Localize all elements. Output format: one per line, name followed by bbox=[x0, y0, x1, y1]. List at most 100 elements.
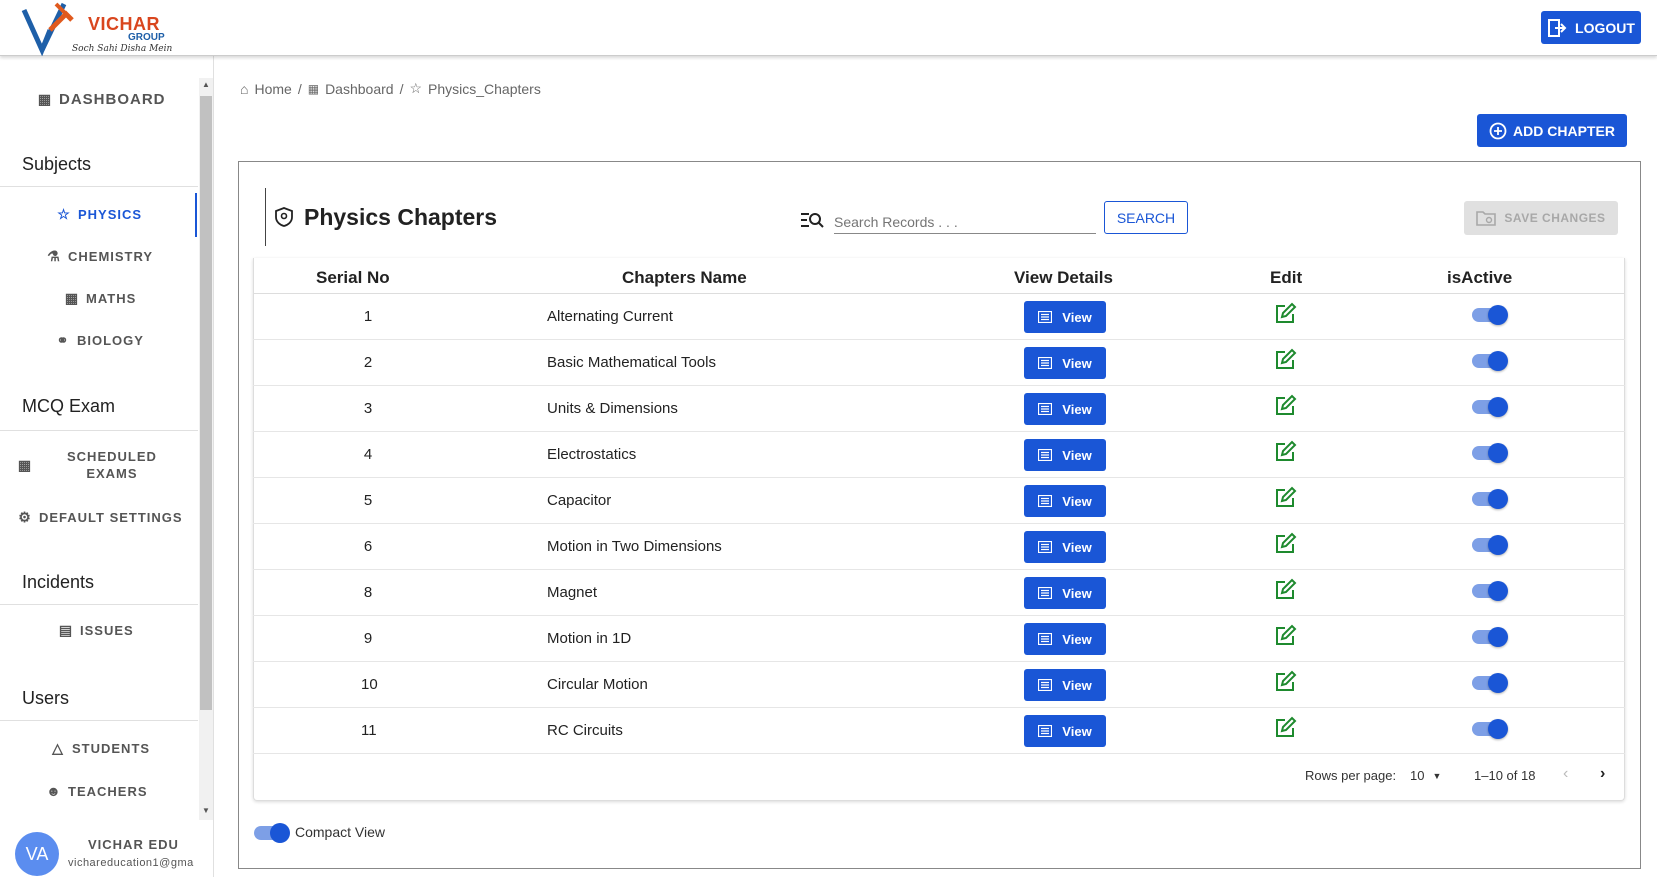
is-active-toggle[interactable] bbox=[1472, 489, 1508, 509]
sidebar-item-chemistry[interactable]: ⚗ CHEMISTRY bbox=[46, 248, 153, 265]
edit-icon[interactable] bbox=[1273, 394, 1297, 418]
edit-icon[interactable] bbox=[1273, 624, 1297, 648]
edit-icon[interactable] bbox=[1273, 440, 1297, 464]
avatar[interactable]: VA bbox=[15, 832, 59, 876]
view-button[interactable]: View bbox=[1024, 623, 1106, 655]
list-icon bbox=[1038, 633, 1053, 645]
breadcrumb-home[interactable]: Home bbox=[254, 81, 291, 97]
is-active-toggle[interactable] bbox=[1472, 673, 1508, 693]
is-active-toggle[interactable] bbox=[1472, 719, 1508, 739]
is-active-toggle[interactable] bbox=[1472, 351, 1508, 371]
view-button[interactable]: View bbox=[1024, 531, 1106, 563]
brand-tagline: Soch Sahi Disha Mein bbox=[72, 44, 173, 54]
is-active-toggle[interactable] bbox=[1472, 627, 1508, 647]
card-header: Physics Chapters bbox=[265, 188, 497, 246]
sidebar-item-teachers[interactable]: ☻ TEACHERS bbox=[46, 783, 148, 799]
previous-page-icon[interactable]: ‹ bbox=[1563, 765, 1568, 783]
scroll-down-icon[interactable]: ▼ bbox=[202, 806, 210, 815]
active-indicator bbox=[195, 193, 197, 237]
sidebar-scrollbar[interactable]: ▲ ▼ bbox=[199, 78, 213, 820]
chapter-name-cell: Motion in Two Dimensions bbox=[547, 538, 722, 555]
is-active-toggle[interactable] bbox=[1472, 443, 1508, 463]
edit-icon[interactable] bbox=[1273, 486, 1297, 510]
next-page-icon[interactable]: › bbox=[1600, 765, 1605, 783]
chevron-down-icon: ▼ bbox=[1432, 771, 1442, 781]
sidebar-item-label: PHYSICS bbox=[78, 207, 143, 222]
sidebar-item-label-group: SCHEDULED EXAMS bbox=[67, 448, 157, 482]
save-changes-button[interactable]: SAVE CHANGES bbox=[1464, 201, 1618, 235]
view-button-label: View bbox=[1062, 401, 1092, 417]
sidebar-item-physics[interactable]: ☆ PHYSICS bbox=[56, 206, 142, 223]
sidebar-item-maths[interactable]: ▦ MATHS bbox=[64, 290, 136, 307]
add-circle-icon bbox=[1489, 122, 1507, 139]
edit-icon[interactable] bbox=[1273, 302, 1297, 326]
breadcrumb-separator: / bbox=[399, 80, 404, 97]
sidebar-item-scheduled-exams[interactable]: ▦ SCHEDULED EXAMS bbox=[17, 448, 157, 482]
view-button[interactable]: View bbox=[1024, 577, 1106, 609]
is-active-toggle[interactable] bbox=[1472, 535, 1508, 555]
view-button[interactable]: View bbox=[1024, 715, 1106, 747]
sidebar-item-dashboard[interactable]: ▦ DASHBOARD bbox=[37, 91, 166, 108]
serial-cell: 3 bbox=[363, 400, 373, 417]
add-chapter-button[interactable]: ADD CHAPTER bbox=[1477, 114, 1627, 147]
edit-icon[interactable] bbox=[1273, 348, 1297, 372]
brand-group: GROUP bbox=[128, 32, 165, 43]
scroll-up-icon[interactable]: ▲ bbox=[202, 80, 210, 89]
compact-view-toggle[interactable] bbox=[254, 823, 290, 843]
chapter-name-cell: Magnet bbox=[547, 584, 598, 601]
microscope-icon: ⚭ bbox=[56, 332, 70, 348]
is-active-toggle[interactable] bbox=[1472, 305, 1508, 325]
gear-icon: ⚙ bbox=[18, 509, 32, 525]
divider bbox=[0, 604, 198, 605]
search-input[interactable] bbox=[834, 206, 1096, 234]
view-button[interactable]: View bbox=[1024, 669, 1106, 701]
view-button-label: View bbox=[1062, 631, 1092, 647]
scrollbar-thumb[interactable] bbox=[200, 96, 212, 710]
list-icon bbox=[1038, 587, 1053, 599]
edit-icon[interactable] bbox=[1273, 578, 1297, 602]
view-button[interactable]: View bbox=[1024, 347, 1106, 379]
list-icon: ▤ bbox=[58, 622, 74, 638]
view-button-label: View bbox=[1062, 723, 1092, 739]
edit-icon[interactable] bbox=[1273, 670, 1297, 694]
is-active-toggle[interactable] bbox=[1472, 581, 1508, 601]
list-icon bbox=[1038, 311, 1053, 323]
view-button[interactable]: View bbox=[1024, 393, 1106, 425]
compact-view-label: Compact View bbox=[295, 824, 386, 840]
search-button[interactable]: SEARCH bbox=[1104, 201, 1188, 234]
view-button[interactable]: View bbox=[1024, 439, 1106, 471]
calendar-icon: ▦ bbox=[17, 456, 33, 473]
view-button[interactable]: View bbox=[1024, 301, 1106, 333]
view-button-label: View bbox=[1062, 539, 1092, 555]
section-incidents: Incidents bbox=[22, 572, 95, 592]
is-active-toggle[interactable] bbox=[1472, 397, 1508, 417]
column-header-active: isActive bbox=[1447, 268, 1513, 287]
serial-cell: 10 bbox=[361, 676, 378, 693]
table-row: 2 Basic Mathematical Tools View bbox=[253, 340, 1625, 386]
rows-per-page-select[interactable]: 10 ▼ bbox=[1410, 768, 1441, 783]
sidebar-item-biology[interactable]: ⚭ BIOLOGY bbox=[55, 332, 144, 349]
rows-per-page-label: Rows per page: bbox=[1305, 768, 1397, 783]
breadcrumb-current: Physics_Chapters bbox=[428, 80, 541, 97]
vichar-logo[interactable]: VICHAR GROUP Soch Sahi Disha Mein bbox=[20, 0, 200, 56]
chapter-name-cell: Circular Motion bbox=[547, 676, 648, 693]
list-icon bbox=[1038, 495, 1053, 507]
calculator-icon: ▦ bbox=[64, 290, 80, 306]
sidebar-item-label: DASHBOARD bbox=[59, 91, 166, 108]
sidebar-item-students[interactable]: △ STUDENTS bbox=[50, 740, 150, 757]
edit-icon[interactable] bbox=[1273, 716, 1297, 740]
sidebar-item-issues[interactable]: ▤ ISSUES bbox=[58, 622, 134, 639]
view-button[interactable]: View bbox=[1024, 485, 1106, 517]
column-header-serial[interactable]: Serial No bbox=[316, 268, 390, 288]
sidebar-item-default-settings[interactable]: ⚙ DEFAULT SETTINGS bbox=[17, 509, 183, 526]
star-icon: ☆ bbox=[409, 80, 423, 96]
chapter-name-cell: Capacitor bbox=[547, 492, 612, 509]
column-header-name[interactable]: Chapters Name bbox=[622, 268, 747, 288]
serial-cell: 5 bbox=[363, 492, 373, 509]
logout-button[interactable]: LOGOUT bbox=[1541, 11, 1641, 44]
breadcrumb-dashboard[interactable]: Dashboard bbox=[325, 81, 394, 97]
breadcrumb-separator: / bbox=[297, 80, 302, 97]
serial-cell: 9 bbox=[363, 630, 373, 647]
list-icon bbox=[1038, 679, 1053, 691]
edit-icon[interactable] bbox=[1273, 532, 1297, 556]
